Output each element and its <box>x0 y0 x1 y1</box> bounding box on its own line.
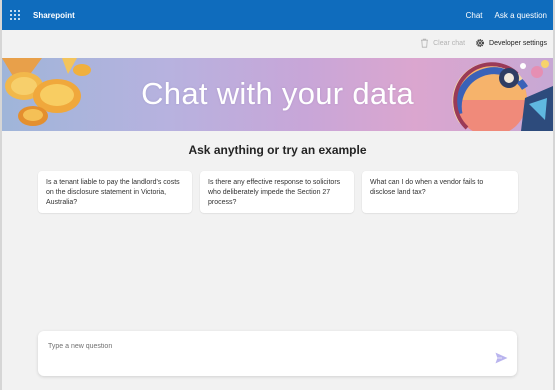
developer-settings-label: Developer settings <box>489 39 547 47</box>
gear-icon <box>476 39 484 47</box>
banner-title: Chat with your data <box>141 76 414 111</box>
waffle-icon[interactable] <box>10 10 20 20</box>
nav-link-ask-question[interactable]: Ask a question <box>495 11 547 20</box>
command-bar: Clear chat Developer settings <box>420 36 547 50</box>
developer-settings-button[interactable]: Developer settings <box>475 38 547 48</box>
example-card[interactable]: What can I do when a vendor fails to dis… <box>362 171 518 213</box>
clear-chat-button[interactable]: Clear chat <box>420 38 465 48</box>
hero-banner: Chat with your data <box>2 58 553 131</box>
example-list: Is a tenant liable to pay the landlord's… <box>38 171 518 213</box>
send-icon[interactable] <box>495 352 508 364</box>
top-bar: Sharepoint Chat Ask a question <box>0 0 555 30</box>
question-input-box <box>38 331 517 376</box>
examples-heading: Ask anything or try an example <box>188 143 367 157</box>
clear-chat-label: Clear chat <box>433 39 466 47</box>
nav-link-chat[interactable]: Chat <box>466 11 483 20</box>
example-card[interactable]: Is there any effective response to solic… <box>200 171 354 213</box>
example-card[interactable]: Is a tenant liable to pay the landlord's… <box>38 171 192 213</box>
top-nav: Chat Ask a question <box>466 11 547 20</box>
trash-icon <box>421 38 429 48</box>
app-title[interactable]: Sharepoint <box>33 11 75 20</box>
question-input[interactable] <box>48 340 478 352</box>
